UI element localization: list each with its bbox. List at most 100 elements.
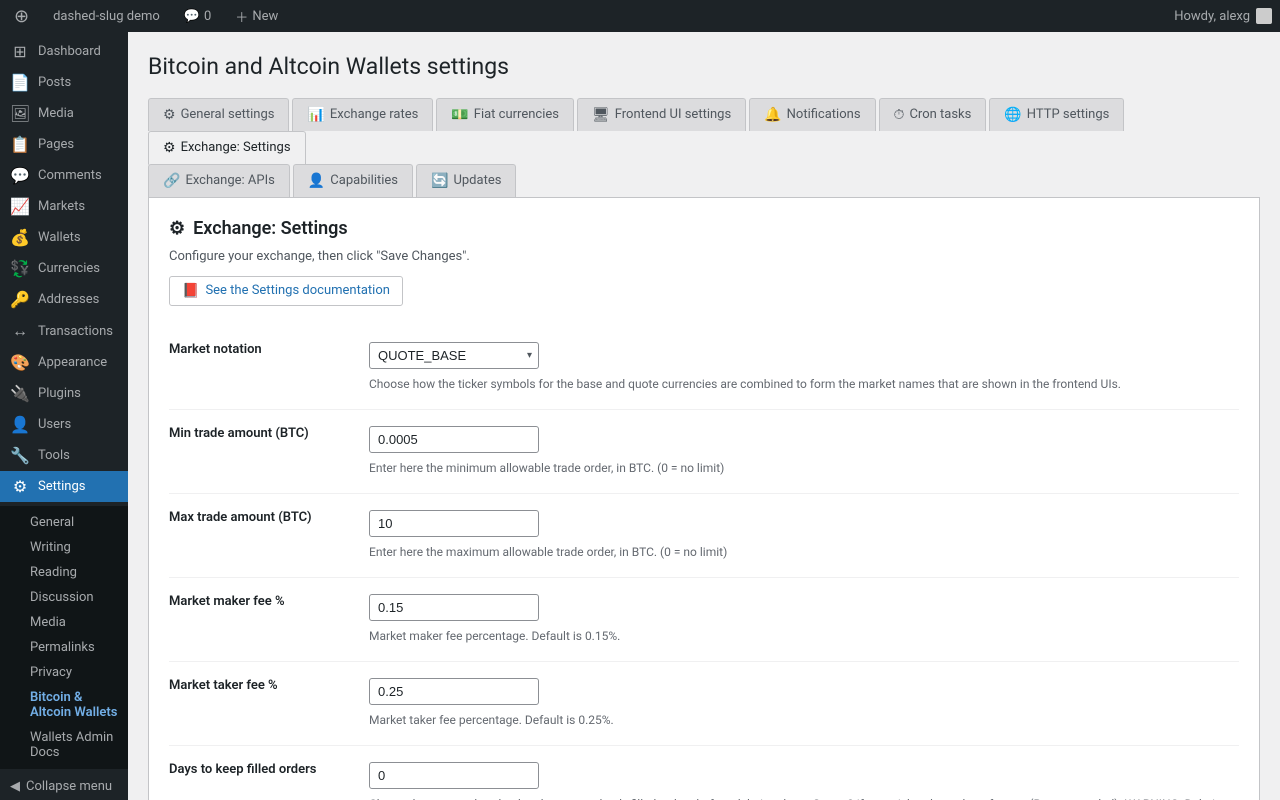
field-help-max-trade: Enter here the maximum allowable trade o… (369, 543, 1239, 561)
tools-icon: 🔧 (10, 446, 30, 465)
new-icon: ＋ (235, 7, 248, 26)
field-help-maker-fee: Market maker fee percentage. Default is … (369, 627, 1239, 645)
sidebar-item-currencies[interactable]: 💱 Currencies (0, 253, 128, 284)
docs-link[interactable]: 📕 See the Settings documentation (169, 276, 403, 306)
submenu-item-bitcoin-wallets[interactable]: Bitcoin & Altcoin Wallets (0, 685, 128, 725)
max-trade-input[interactable] (370, 511, 539, 536)
tab-fiat-currencies[interactable]: 💵 Fiat currencies (436, 98, 574, 131)
tab-label-apis: Exchange: APIs (185, 173, 274, 188)
comments-button[interactable]: 💬 0 (178, 0, 218, 32)
maker-fee-input[interactable] (370, 595, 539, 620)
sidebar-item-appearance[interactable]: 🎨 Appearance (0, 347, 128, 378)
panel-title: ⚙ Exchange: Settings (169, 218, 1239, 239)
tab-label-exchange-rates: Exchange rates (330, 107, 418, 122)
submenu-item-privacy[interactable]: Privacy (0, 660, 128, 685)
new-content-button[interactable]: ＋ New (229, 0, 284, 32)
sidebar-item-comments[interactable]: 💬 Comments (0, 160, 128, 191)
collapse-menu-button[interactable]: ◀ Collapse menu (0, 769, 128, 800)
field-value-min-trade: ▲ ▼ Enter here the minimum allowable tra… (369, 409, 1239, 493)
wp-icon: ⊕ (14, 6, 29, 27)
tab-cron-tasks[interactable]: ⏱ Cron tasks (879, 98, 987, 131)
collapse-icon: ◀ (10, 779, 20, 794)
table-row: Market taker fee % ▲ ▼ Market taker fee … (169, 661, 1239, 745)
field-value-market-notation: QUOTE_BASE BASE_QUOTE ▾ Choose how the t… (369, 326, 1239, 410)
field-value-maker-fee: ▲ ▼ Market maker fee percentage. Default… (369, 577, 1239, 661)
field-label-max-trade: Max trade amount (BTC) (169, 493, 369, 577)
sidebar-item-wallets[interactable]: 💰 Wallets (0, 222, 128, 253)
tab-exchange-apis[interactable]: 🔗 Exchange: APIs (148, 164, 290, 197)
field-label-market-notation: Market notation (169, 326, 369, 410)
sidebar-item-media[interactable]: 🖼 Media (0, 98, 128, 129)
tab-label-cron: Cron tasks (909, 107, 971, 122)
sidebar-item-pages[interactable]: 📋 Pages (0, 129, 128, 160)
tab-exchange-rates[interactable]: 📊 Exchange rates (292, 98, 433, 131)
field-help-taker-fee: Market taker fee percentage. Default is … (369, 711, 1239, 729)
sidebar-label-currencies: Currencies (38, 261, 100, 276)
tab-icon-general: ⚙ (163, 107, 176, 123)
plugins-icon: 🔌 (10, 384, 30, 403)
tab-frontend-ui[interactable]: 🖥 Frontend UI settings (577, 98, 746, 131)
sidebar-label-tools: Tools (38, 448, 70, 463)
sidebar-label-media: Media (38, 106, 74, 121)
table-row: Market maker fee % ▲ ▼ Market maker fee … (169, 577, 1239, 661)
sidebar-item-addresses[interactable]: 🔑 Addresses (0, 284, 128, 315)
panel-description: Configure your exchange, then click "Sav… (169, 249, 1239, 264)
tab-exchange-settings[interactable]: ⚙ Exchange: Settings (148, 131, 306, 165)
tab-notifications[interactable]: 🔔 Notifications (749, 98, 875, 131)
sidebar-item-markets[interactable]: 📈 Markets (0, 191, 128, 222)
main-content: Bitcoin and Altcoin Wallets settings ⚙ G… (128, 32, 1280, 800)
tab-label-fiat: Fiat currencies (474, 107, 559, 122)
avatar (1256, 8, 1272, 24)
tab-http-settings[interactable]: 🌐 HTTP settings (989, 98, 1124, 131)
taker-fee-input-wrap: ▲ ▼ (369, 678, 539, 705)
maker-fee-input-wrap: ▲ ▼ (369, 594, 539, 621)
submenu-item-permalinks[interactable]: Permalinks (0, 635, 128, 660)
days-filled-input[interactable] (370, 763, 539, 788)
sidebar-label-markets: Markets (38, 199, 85, 214)
tab-updates[interactable]: 🔄 Updates (416, 164, 516, 197)
submenu-item-media[interactable]: Media (0, 610, 128, 635)
adminbar-left: ⊕ dashed-slug demo 💬 0 ＋ New (8, 0, 284, 32)
tab-capabilities[interactable]: 👤 Capabilities (293, 164, 413, 197)
taker-fee-input[interactable] (370, 679, 539, 704)
page-title: Bitcoin and Altcoin Wallets settings (148, 52, 1260, 82)
sidebar-item-tools[interactable]: 🔧 Tools (0, 440, 128, 471)
currencies-icon: 💱 (10, 259, 30, 278)
tab-icon-http: 🌐 (1004, 107, 1021, 123)
sidebar-item-users[interactable]: 👤 Users (0, 409, 128, 440)
submenu-item-general[interactable]: General (0, 510, 128, 535)
sidebar-main-menu: ⊞ Dashboard 📄 Posts 🖼 Media 📋 Pages 💬 Co… (0, 32, 128, 506)
market-notation-select[interactable]: QUOTE_BASE BASE_QUOTE (370, 343, 521, 368)
field-value-taker-fee: ▲ ▼ Market taker fee percentage. Default… (369, 661, 1239, 745)
sidebar-label-pages: Pages (38, 137, 74, 152)
wp-logo-button[interactable]: ⊕ (8, 0, 35, 32)
comments-count: 0 (204, 9, 211, 24)
tab-icon-cron: ⏱ (894, 107, 905, 123)
sidebar-item-dashboard[interactable]: ⊞ Dashboard (0, 36, 128, 67)
submenu-item-wallets-admin-docs[interactable]: Wallets Admin Docs (0, 725, 128, 765)
field-value-max-trade: ▲ ▼ Enter here the maximum allowable tra… (369, 493, 1239, 577)
tab-label-notifications: Notifications (787, 107, 861, 122)
tab-icon-frontend: 🖥 (592, 107, 610, 123)
field-help-min-trade: Enter here the minimum allowable trade o… (369, 459, 1239, 477)
min-trade-input[interactable] (370, 427, 539, 452)
submenu-item-discussion[interactable]: Discussion (0, 585, 128, 610)
sidebar-item-settings[interactable]: ⚙ Settings (0, 471, 128, 502)
appearance-icon: 🎨 (10, 353, 30, 372)
sidebar: ⊞ Dashboard 📄 Posts 🖼 Media 📋 Pages 💬 Co… (0, 32, 128, 800)
tab-icon-exchange-settings: ⚙ (163, 140, 176, 156)
sidebar-item-plugins[interactable]: 🔌 Plugins (0, 378, 128, 409)
sidebar-item-transactions[interactable]: ↔ Transactions (0, 315, 128, 347)
submenu-item-reading[interactable]: Reading (0, 560, 128, 585)
submenu-item-writing[interactable]: Writing (0, 535, 128, 560)
site-name-button[interactable]: dashed-slug demo (47, 0, 166, 32)
tab-general-settings[interactable]: ⚙ General settings (148, 98, 289, 131)
collapse-label: Collapse menu (26, 779, 112, 794)
field-label-maker-fee: Market maker fee % (169, 577, 369, 661)
table-row: Days to keep filled orders ▲ ▼ Choose ho… (169, 745, 1239, 800)
sidebar-item-posts[interactable]: 📄 Posts (0, 67, 128, 98)
sidebar-label-comments: Comments (38, 168, 102, 183)
field-label-taker-fee: Market taker fee % (169, 661, 369, 745)
wallets-icon: 💰 (10, 228, 30, 247)
media-icon: 🖼 (10, 104, 30, 123)
